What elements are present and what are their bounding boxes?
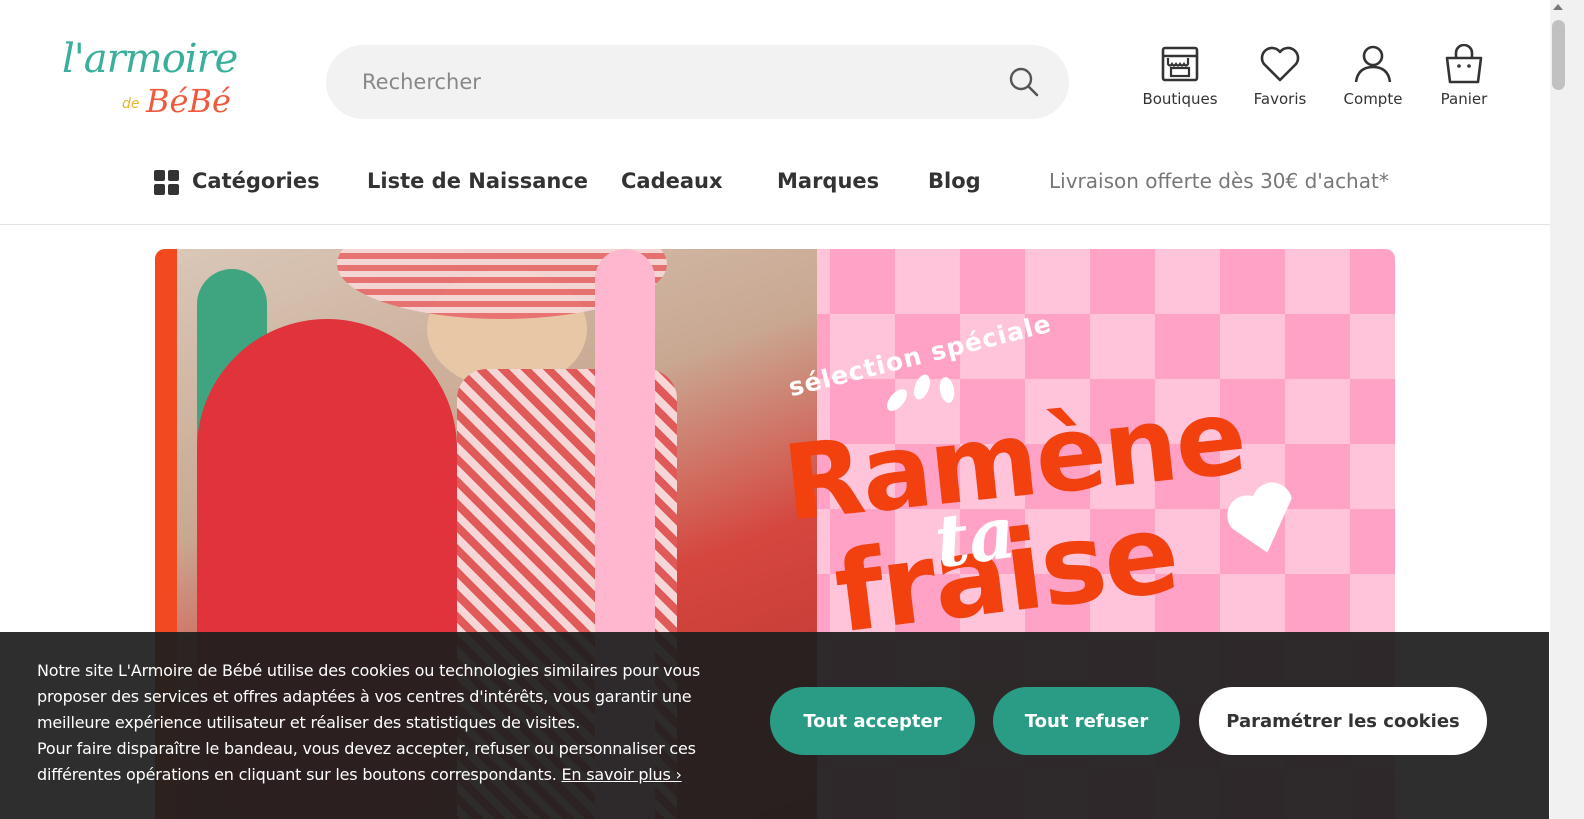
- boutiques-label: Boutiques: [1142, 90, 1218, 108]
- boutiques-button[interactable]: Boutiques: [1135, 44, 1225, 114]
- panier-button[interactable]: Panier: [1419, 44, 1509, 114]
- search-bar: [326, 45, 1069, 119]
- scrollbar-thumb[interactable]: [1552, 20, 1565, 90]
- nav-marques[interactable]: Marques: [777, 169, 879, 207]
- learn-more-link[interactable]: En savoir plus ›: [562, 765, 682, 784]
- favoris-button[interactable]: Favoris: [1235, 44, 1325, 114]
- store-icon: [1161, 46, 1199, 82]
- search-icon[interactable]: [1007, 65, 1041, 99]
- compte-button[interactable]: Compte: [1328, 44, 1418, 114]
- page: l'armoire de BéBé Boutiques Fav: [0, 0, 1584, 819]
- logo-text-de: de: [122, 96, 140, 112]
- accept-all-button[interactable]: Tout accepter: [770, 687, 975, 755]
- heart-deco-icon: [1227, 482, 1292, 553]
- cookie-message: Notre site L'Armoire de Bébé utilise des…: [37, 658, 727, 788]
- cookie-banner: Notre site L'Armoire de Bébé utilise des…: [0, 632, 1549, 819]
- scroll-up-arrow-icon[interactable]: [1553, 4, 1563, 10]
- logo-text-bebe: BéBé: [146, 82, 231, 120]
- cookie-settings-button[interactable]: Paramétrer les cookies: [1199, 687, 1487, 755]
- refuse-all-button[interactable]: Tout refuser: [993, 687, 1180, 755]
- nav-liste-de-naissance[interactable]: Liste de Naissance: [367, 169, 588, 207]
- panier-label: Panier: [1440, 90, 1488, 108]
- favoris-label: Favoris: [1253, 90, 1307, 108]
- categories-grid-icon: [154, 170, 180, 196]
- nav-cadeaux[interactable]: Cadeaux: [621, 169, 723, 207]
- banner-title-ta: ta: [929, 488, 1021, 585]
- compte-label: Compte: [1343, 90, 1403, 108]
- user-icon: [1354, 45, 1392, 83]
- heart-icon: [1260, 46, 1300, 82]
- search-input[interactable]: [362, 63, 982, 101]
- nav-blog[interactable]: Blog: [928, 169, 981, 207]
- logo-text-armoire: l'armoire: [62, 36, 238, 82]
- basket-icon: [1445, 44, 1483, 84]
- site-logo[interactable]: l'armoire de BéBé: [62, 36, 254, 128]
- site-header: l'armoire de BéBé Boutiques Fav: [0, 0, 1550, 225]
- free-shipping-promo: Livraison offerte dès 30€ d'achat*: [1049, 169, 1389, 193]
- cookie-message-text: Notre site L'Armoire de Bébé utilise des…: [37, 661, 701, 732]
- scrollbar-track[interactable]: [1550, 0, 1584, 819]
- nav-categories-label: Catégories: [192, 169, 320, 193]
